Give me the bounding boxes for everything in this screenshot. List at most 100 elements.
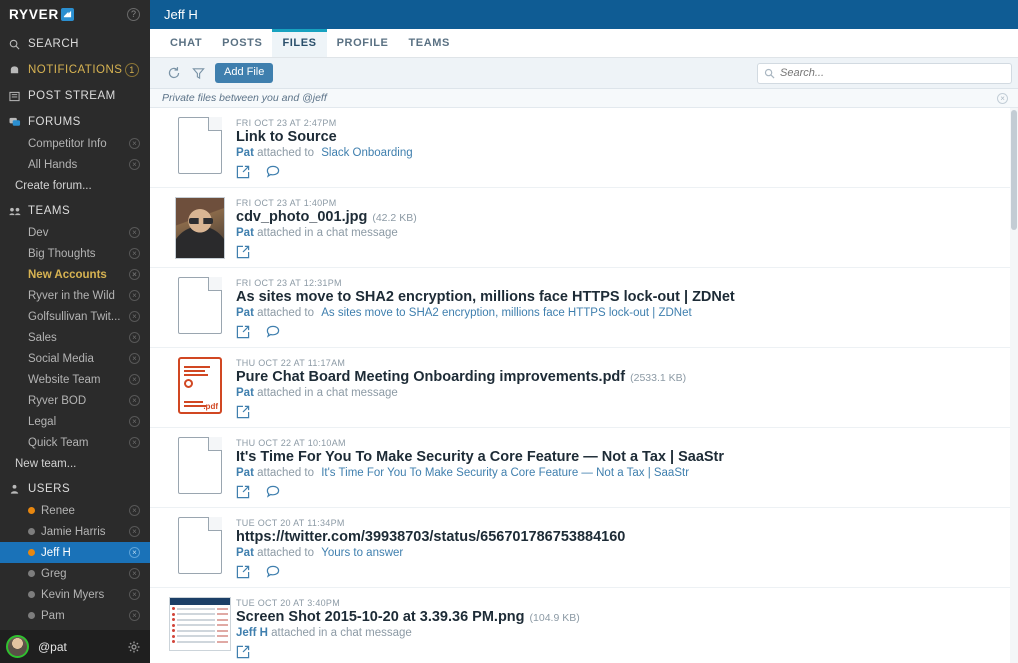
file-thumbnail[interactable] xyxy=(164,517,236,579)
file-attach-link[interactable]: Slack Onboarding xyxy=(321,147,412,159)
sidebar-team-item[interactable]: New Accounts × xyxy=(0,264,150,285)
sidebar-team-item[interactable]: Ryver BOD × xyxy=(0,390,150,411)
sidebar-team-item[interactable]: Big Thoughts × xyxy=(0,243,150,264)
tab-files[interactable]: FILES xyxy=(272,29,327,57)
file-author[interactable]: Pat xyxy=(236,227,254,239)
sidebar-forum-item[interactable]: Competitor Info × xyxy=(0,133,150,154)
file-title[interactable]: https://twitter.com/39938703/status/6567… xyxy=(236,529,625,545)
close-circle-icon[interactable]: × xyxy=(129,311,140,322)
search-box[interactable] xyxy=(757,62,1012,84)
file-author[interactable]: Pat xyxy=(236,307,254,319)
file-row[interactable]: FRI OCT 23 AT 1:40PM cdv_photo_001.jpg (… xyxy=(150,188,1018,268)
file-row[interactable]: TUE OCT 20 AT 11:34PM https://twitter.co… xyxy=(150,508,1018,588)
close-circle-icon[interactable]: × xyxy=(997,92,1008,104)
file-author[interactable]: Pat xyxy=(236,147,254,159)
close-circle-icon[interactable]: × xyxy=(129,290,140,301)
file-thumbnail[interactable] xyxy=(164,117,236,179)
search-input[interactable] xyxy=(780,67,1005,79)
sidebar-item-search[interactable]: SEARCH xyxy=(0,33,150,55)
open-external-icon[interactable] xyxy=(236,405,250,419)
sidebar-forum-item[interactable]: All Hands × xyxy=(0,154,150,175)
comment-icon[interactable] xyxy=(266,485,280,499)
tab-profile[interactable]: PROFILE xyxy=(327,29,399,57)
sidebar-item-post-stream[interactable]: POST STREAM xyxy=(0,85,150,107)
open-external-icon[interactable] xyxy=(236,565,250,579)
close-circle-icon[interactable]: × xyxy=(129,568,140,579)
file-author[interactable]: Pat xyxy=(236,467,254,479)
gear-icon[interactable] xyxy=(128,641,140,653)
file-title[interactable]: cdv_photo_001.jpg xyxy=(236,209,367,225)
close-circle-icon[interactable]: × xyxy=(129,589,140,600)
sidebar-section-teams[interactable]: TEAMS xyxy=(0,200,150,222)
close-circle-icon[interactable]: × xyxy=(129,416,140,427)
close-circle-icon[interactable]: × xyxy=(129,353,140,364)
sidebar-user-item[interactable]: Greg × xyxy=(0,563,150,584)
file-thumbnail[interactable] xyxy=(164,277,236,339)
close-circle-icon[interactable]: × xyxy=(129,227,140,238)
sidebar-user-item-jeff-h[interactable]: Jeff H × xyxy=(0,542,150,563)
sidebar-section-forums[interactable]: FORUMS xyxy=(0,111,150,133)
sidebar-team-item[interactable]: Ryver in the Wild × xyxy=(0,285,150,306)
close-circle-icon[interactable]: × xyxy=(129,610,140,621)
close-circle-icon[interactable]: × xyxy=(129,248,140,259)
file-thumbnail[interactable] xyxy=(164,437,236,499)
file-row[interactable]: TUE OCT 20 AT 3:40PM Screen Shot 2015-10… xyxy=(150,588,1018,663)
tab-posts[interactable]: POSTS xyxy=(212,29,272,57)
file-row[interactable]: .pdf THU OCT 22 AT 11:17AM Pure Chat Boa… xyxy=(150,348,1018,428)
open-external-icon[interactable] xyxy=(236,325,250,339)
close-circle-icon[interactable]: × xyxy=(129,269,140,280)
new-team-button[interactable]: New team... xyxy=(0,453,150,474)
open-external-icon[interactable] xyxy=(236,485,250,499)
sidebar-team-item[interactable]: Golfsullivan Twit... × xyxy=(0,306,150,327)
comment-icon[interactable] xyxy=(266,165,280,179)
file-title[interactable]: Pure Chat Board Meeting Onboarding impro… xyxy=(236,369,625,385)
comment-icon[interactable] xyxy=(266,325,280,339)
close-circle-icon[interactable]: × xyxy=(129,159,140,170)
sidebar-team-item[interactable]: Sales × xyxy=(0,327,150,348)
sidebar-team-item[interactable]: Social Media × xyxy=(0,348,150,369)
sidebar-team-item[interactable]: Dev × xyxy=(0,222,150,243)
file-row[interactable]: THU OCT 22 AT 10:10AM It's Time For You … xyxy=(150,428,1018,508)
sidebar-item-notifications[interactable]: NOTIFICATIONS 1 xyxy=(0,59,150,81)
file-author[interactable]: Jeff H xyxy=(236,627,268,639)
close-circle-icon[interactable]: × xyxy=(129,138,140,149)
file-thumbnail[interactable]: .pdf xyxy=(164,357,236,419)
file-author[interactable]: Pat xyxy=(236,547,254,559)
close-circle-icon[interactable]: × xyxy=(129,505,140,516)
filter-icon[interactable] xyxy=(186,62,210,84)
scrollbar-thumb[interactable] xyxy=(1011,110,1017,230)
file-attach-link[interactable]: As sites move to SHA2 encryption, millio… xyxy=(321,307,691,319)
close-circle-icon[interactable]: × xyxy=(129,526,140,537)
file-thumbnail[interactable] xyxy=(164,197,236,259)
close-circle-icon[interactable]: × xyxy=(129,547,140,558)
file-row[interactable]: FRI OCT 23 AT 12:31PM As sites move to S… xyxy=(150,268,1018,348)
file-thumbnail[interactable] xyxy=(164,597,236,659)
open-external-icon[interactable] xyxy=(236,645,250,659)
tab-teams[interactable]: TEAMS xyxy=(398,29,460,57)
sidebar-user-item[interactable]: Pam × xyxy=(0,605,150,626)
file-list-scrollbar[interactable] xyxy=(1010,108,1018,663)
file-title[interactable]: As sites move to SHA2 encryption, millio… xyxy=(236,289,735,305)
file-row[interactable]: FRI OCT 23 AT 2:47PM Link to Source Pat … xyxy=(150,108,1018,188)
help-icon[interactable]: ? xyxy=(127,8,140,21)
sidebar-team-item[interactable]: Quick Team × xyxy=(0,432,150,453)
close-circle-icon[interactable]: × xyxy=(129,374,140,385)
file-attach-link[interactable]: Yours to answer xyxy=(321,547,403,559)
current-user-bar[interactable]: @pat xyxy=(0,630,150,663)
sidebar-user-item[interactable]: Renee × xyxy=(0,500,150,521)
file-attach-link[interactable]: It's Time For You To Make Security a Cor… xyxy=(321,467,689,479)
file-title[interactable]: Link to Source xyxy=(236,129,337,145)
file-author[interactable]: Pat xyxy=(236,387,254,399)
close-circle-icon[interactable]: × xyxy=(129,437,140,448)
close-circle-icon[interactable]: × xyxy=(129,395,140,406)
create-forum-button[interactable]: Create forum... xyxy=(0,175,150,196)
file-title[interactable]: It's Time For You To Make Security a Cor… xyxy=(236,449,724,465)
sidebar-section-users[interactable]: USERS xyxy=(0,478,150,500)
tab-chat[interactable]: CHAT xyxy=(160,29,212,57)
sidebar-user-item[interactable]: Kevin Myers × xyxy=(0,584,150,605)
sidebar-team-item[interactable]: Legal × xyxy=(0,411,150,432)
add-file-button[interactable]: Add File xyxy=(215,63,274,83)
sidebar-team-item[interactable]: Website Team × xyxy=(0,369,150,390)
open-external-icon[interactable] xyxy=(236,165,250,179)
refresh-icon[interactable] xyxy=(162,62,186,84)
